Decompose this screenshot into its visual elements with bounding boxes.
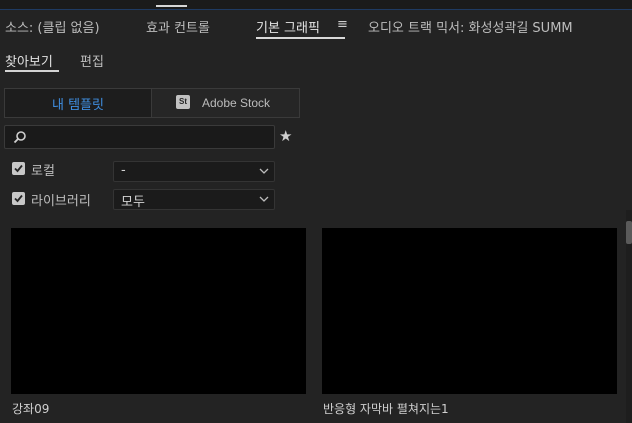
frame-handle[interactable]: [156, 5, 187, 7]
local-dropdown[interactable]: -: [113, 161, 275, 182]
subtab-browse[interactable]: 찾아보기: [5, 51, 53, 70]
libraries-dropdown[interactable]: 모두: [113, 189, 275, 210]
template-name: 강좌09: [12, 402, 50, 416]
chevron-down-icon: [259, 168, 269, 174]
scrollbar-thumb[interactable]: [626, 221, 632, 244]
libraries-checkbox[interactable]: [12, 192, 25, 205]
tab-audio-track-mixer[interactable]: 오디오 트랙 믹서: 화성성곽길 SUMM: [368, 17, 573, 36]
active-tab-underline: [256, 37, 345, 39]
search-box: [4, 125, 275, 149]
star-icon[interactable]: ★: [279, 127, 292, 145]
source-toggle: 내 템플릿 St Adobe Stock: [4, 88, 300, 118]
adobe-stock-icon: St: [176, 95, 190, 109]
local-label: 로컬: [31, 164, 55, 179]
libraries-dropdown-value: 모두: [121, 195, 145, 210]
libraries-label: 라이브러리: [31, 194, 91, 209]
tab-source[interactable]: 소스: (클립 없음): [5, 17, 100, 36]
toggle-divider: [151, 89, 152, 117]
checkmark-icon: [14, 194, 23, 203]
top-strip: [0, 0, 632, 9]
active-subtab-underline: [5, 70, 59, 72]
tab-essential-graphics[interactable]: 기본 그래픽: [256, 17, 320, 36]
checkmark-icon: [14, 164, 23, 173]
template-thumbnail[interactable]: [322, 228, 617, 394]
tab-effect-controls[interactable]: 효과 컨트롤: [146, 17, 210, 36]
panel-tab-bar: 소스: (클립 없음) 효과 컨트롤 기본 그래픽 ≡ 오디오 트랙 믹서: 화…: [0, 9, 632, 40]
search-input[interactable]: [33, 128, 273, 148]
my-templates-button[interactable]: 내 템플릿: [5, 89, 151, 117]
local-checkbox[interactable]: [12, 162, 25, 175]
subtab-edit[interactable]: 편집: [80, 51, 104, 70]
local-dropdown-value: -: [121, 163, 126, 178]
panel-menu-icon[interactable]: ≡: [337, 17, 348, 32]
search-icon: [13, 131, 26, 144]
adobe-stock-button[interactable]: Adobe Stock: [202, 96, 270, 110]
template-name: 반응형 자막바 펼쳐지는1: [323, 402, 449, 416]
my-templates-label: 내 템플릿: [52, 98, 104, 113]
chevron-down-icon: [259, 196, 269, 202]
template-thumbnail[interactable]: [11, 228, 306, 394]
